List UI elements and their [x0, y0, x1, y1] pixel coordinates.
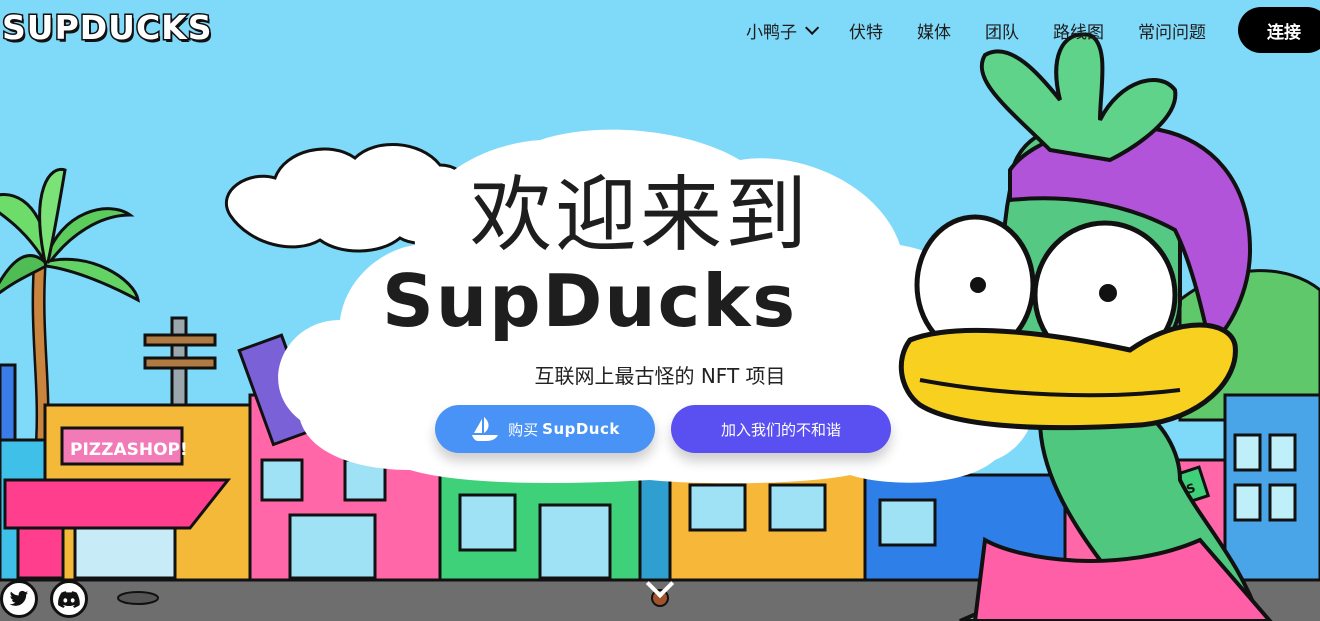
buy-button-prefix: 购买: [508, 420, 539, 439]
nav-item-ducks[interactable]: 小鸭子: [746, 18, 820, 43]
nav-item-faq[interactable]: 常问问题: [1138, 18, 1206, 43]
connect-wallet-button[interactable]: 连接: [1238, 7, 1320, 53]
hero-title-line2: SupDucks: [382, 259, 798, 343]
main-menu: 小鸭子 伏特 媒体 团队 路线图 常问问题 连接: [746, 0, 1320, 60]
discord-icon: [58, 590, 80, 608]
nav-item-volt[interactable]: 伏特: [849, 18, 883, 43]
top-navbar: SUPDUCKS 小鸭子 伏特 媒体 团队 路线图 常问问题 连接: [0, 0, 1320, 60]
buy-button-brand: SupDuck: [542, 420, 620, 438]
join-discord-button[interactable]: 加入我们的不和谐: [671, 405, 891, 453]
nav-item-label: 小鸭子: [746, 22, 797, 43]
twitter-link[interactable]: [0, 580, 38, 618]
hero-title-line1: 欢迎来到: [470, 168, 811, 263]
palm-tree: [0, 167, 140, 441]
hero-heading: 欢迎来到 SupDucks: [382, 168, 942, 343]
ship-icon: [472, 417, 499, 441]
twitter-icon: [9, 590, 29, 606]
chevron-down-icon: [805, 20, 820, 35]
nav-item-media[interactable]: 媒体: [917, 18, 951, 43]
nav-item-roadmap[interactable]: 路线图: [1053, 18, 1104, 43]
site-logo[interactable]: SUPDUCKS: [1, 7, 213, 49]
pizza-shop-sign: PIZZASHOP!: [70, 440, 188, 460]
buy-supduck-button[interactable]: 购买 SupDuck: [435, 405, 655, 453]
nav-item-team[interactable]: 团队: [985, 18, 1019, 43]
discord-link[interactable]: [50, 580, 88, 618]
right-building: [1223, 393, 1320, 582]
hero-subtitle: 互联网上最古怪的 NFT 项目: [534, 364, 786, 388]
